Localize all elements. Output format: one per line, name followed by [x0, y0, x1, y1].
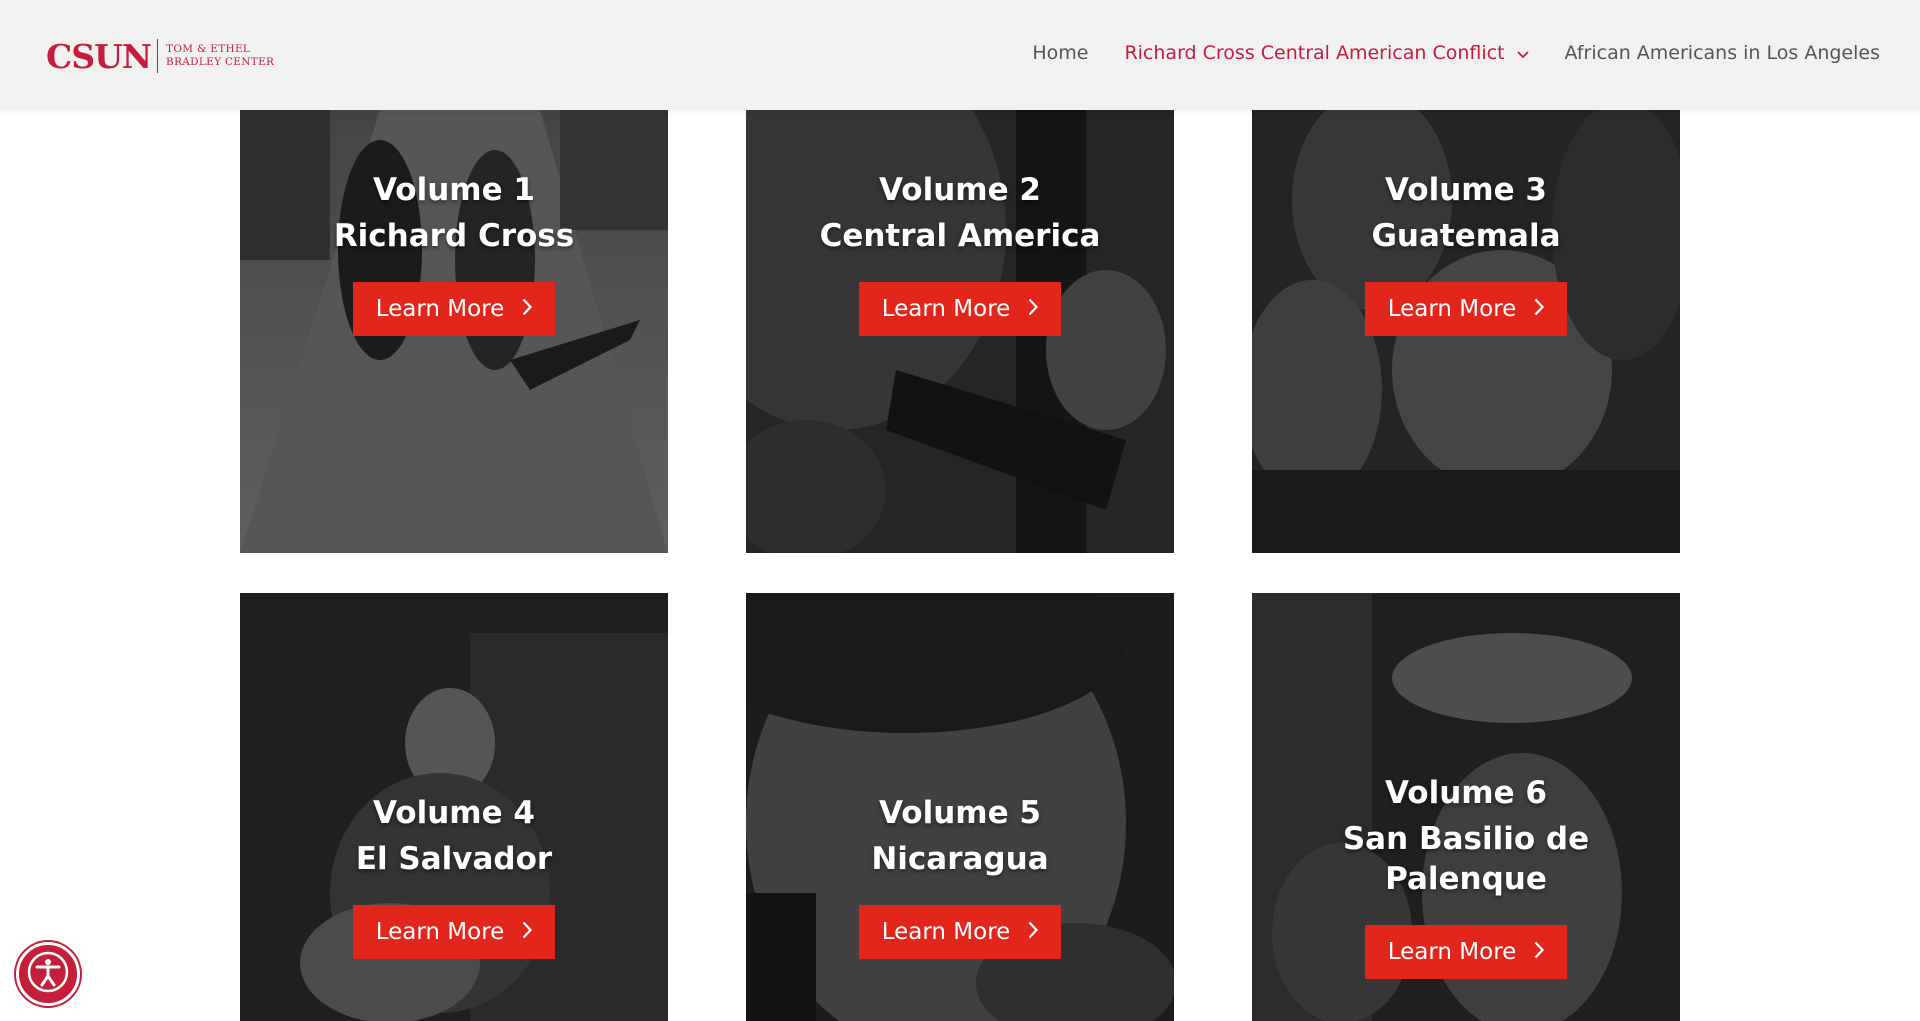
chevron-right-icon: [1028, 919, 1039, 945]
logo-wordmark: CSUN: [46, 36, 152, 76]
logo-subtitle-line2: BRADLEY CENTER: [166, 56, 275, 68]
learn-more-button[interactable]: Learn More: [1365, 925, 1567, 979]
chevron-right-icon: [1534, 296, 1545, 322]
card-volume-title: Volume 1: [373, 172, 535, 208]
card-content: Volume 2 Central America Learn More: [746, 164, 1174, 336]
card-content: Volume 4 El Salvador Learn More: [240, 787, 668, 959]
csun-bradley-logo[interactable]: CSUN TOM & ETHEL BRADLEY CENTER: [46, 38, 274, 74]
learn-more-button[interactable]: Learn More: [353, 282, 555, 336]
learn-more-button[interactable]: Learn More: [859, 905, 1061, 959]
learn-more-label: Learn More: [1387, 296, 1517, 322]
chevron-down-icon: [1516, 42, 1529, 64]
card-subtitle: El Salvador: [355, 841, 553, 877]
site-header: CSUN TOM & ETHEL BRADLEY CENTER Home Ric…: [0, 0, 1920, 110]
card-subtitle: Guatemala: [1371, 218, 1561, 254]
card-subtitle: Central America: [819, 218, 1101, 254]
accessibility-button[interactable]: [16, 942, 80, 1006]
nav-item-label: Richard Cross Central American Conflict: [1124, 42, 1505, 64]
learn-more-label: Learn More: [881, 296, 1011, 322]
learn-more-label: Learn More: [881, 919, 1011, 945]
learn-more-label: Learn More: [1387, 939, 1517, 965]
volume-card-6[interactable]: Volume 6 San Basilio de Palenque Learn M…: [1252, 593, 1680, 1021]
chevron-right-icon: [1534, 939, 1545, 965]
card-subtitle: San Basilio de Palenque: [1342, 821, 1590, 897]
card-subtitle: Richard Cross: [333, 218, 575, 254]
logo-divider: [157, 39, 159, 73]
chevron-right-icon: [522, 296, 533, 322]
logo-subtitle-line1: TOM & ETHEL: [166, 43, 251, 55]
card-volume-title: Volume 4: [373, 795, 535, 831]
card-content: Volume 6 San Basilio de Palenque Learn M…: [1252, 767, 1680, 979]
learn-more-label: Learn More: [375, 919, 505, 945]
chevron-right-icon: [522, 919, 533, 945]
learn-more-label: Learn More: [375, 296, 505, 322]
volume-card-4[interactable]: Volume 4 El Salvador Learn More: [240, 593, 668, 1021]
volume-card-3[interactable]: Volume 3 Guatemala Learn More: [1252, 110, 1680, 553]
card-content: Volume 3 Guatemala Learn More: [1252, 164, 1680, 336]
nav-item-home[interactable]: Home: [1032, 42, 1088, 64]
card-volume-title: Volume 3: [1385, 172, 1547, 208]
volume-card-5[interactable]: Volume 5 Nicaragua Learn More: [746, 593, 1174, 1021]
chevron-right-icon: [1028, 296, 1039, 322]
volume-card-2[interactable]: Volume 2 Central America Learn More: [746, 110, 1174, 553]
learn-more-button[interactable]: Learn More: [859, 282, 1061, 336]
card-content: Volume 5 Nicaragua Learn More: [746, 787, 1174, 959]
card-volume-title: Volume 6: [1385, 775, 1547, 811]
nav-item-african-americans-la[interactable]: African Americans in Los Angeles: [1565, 42, 1880, 64]
nav-item-label: Home: [1032, 42, 1089, 64]
main-nav: Home Richard Cross Central American Conf…: [996, 42, 1880, 64]
card-content: Volume 1 Richard Cross Learn More: [240, 164, 668, 336]
learn-more-button[interactable]: Learn More: [353, 905, 555, 959]
accessibility-icon: [26, 950, 70, 998]
nav-item-richard-cross[interactable]: Richard Cross Central American Conflict: [1124, 42, 1529, 64]
card-subtitle: Nicaragua: [871, 841, 1049, 877]
card-volume-title: Volume 2: [879, 172, 1041, 208]
card-volume-title: Volume 5: [879, 795, 1041, 831]
learn-more-button[interactable]: Learn More: [1365, 282, 1567, 336]
logo-subtitle: TOM & ETHEL BRADLEY CENTER: [166, 43, 274, 69]
nav-item-label: African Americans in Los Angeles: [1564, 42, 1880, 64]
volume-card-1[interactable]: Volume 1 Richard Cross Learn More: [240, 110, 668, 553]
